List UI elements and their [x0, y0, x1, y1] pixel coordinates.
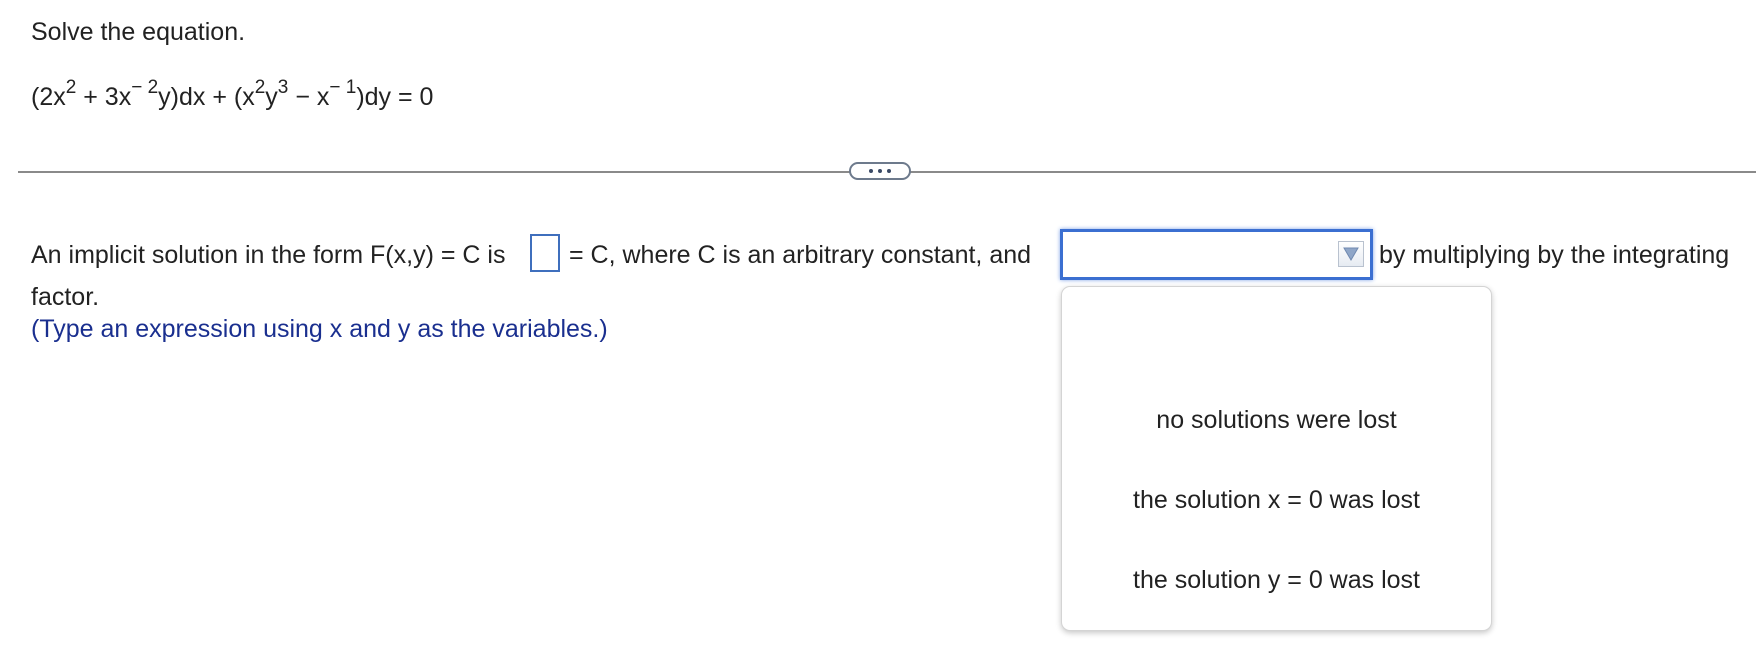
equation-part: − x [288, 83, 330, 111]
dropdown-option-x-zero-lost[interactable]: the solution x = 0 was lost [1062, 485, 1491, 515]
dropdown-arrow-icon[interactable] [1338, 241, 1364, 267]
equation-part: + 3x [76, 83, 132, 111]
more-dot-icon [878, 169, 882, 173]
question-text-continued: factor. [31, 283, 100, 311]
question-text-start: An implicit solution in the form F(x,y) … [31, 241, 506, 269]
dropdown-option-y-zero-lost[interactable]: the solution y = 0 was lost [1062, 565, 1491, 595]
lost-solutions-dropdown-list: no solutions were lost the solution x = … [1061, 286, 1492, 631]
equation-exponent: 2 [254, 76, 266, 98]
question-text-end: by multiplying by the integrating [1379, 241, 1730, 269]
equation-exponent: − 1 [329, 76, 357, 98]
equation-part: y)dx + (x [158, 83, 255, 111]
equation-part: )dy = 0 [356, 83, 434, 111]
equation-exponent: − 2 [131, 76, 159, 98]
equation-exponent: 3 [277, 76, 289, 98]
lost-solutions-select[interactable] [1060, 229, 1373, 280]
question-text-middle: = C, where C is an arbitrary constant, a… [569, 241, 1032, 269]
more-dot-icon [887, 169, 891, 173]
equation-part: (2x [31, 83, 66, 111]
expand-more-button[interactable]: ... [849, 162, 911, 180]
differential-equation: (2x2 + 3x− 2y)dx + (x2y3 − x− 1)dy = 0 [31, 78, 434, 113]
answer-hint: (Type an expression using x and y as the… [31, 315, 608, 343]
equation-exponent: 2 [65, 76, 77, 98]
dropdown-option-no-solutions-lost[interactable]: no solutions were lost [1062, 405, 1491, 435]
equation-part: y [265, 83, 278, 111]
implicit-solution-input[interactable] [530, 234, 560, 272]
more-dot-icon [869, 169, 873, 173]
instruction-text: Solve the equation. [31, 18, 246, 46]
